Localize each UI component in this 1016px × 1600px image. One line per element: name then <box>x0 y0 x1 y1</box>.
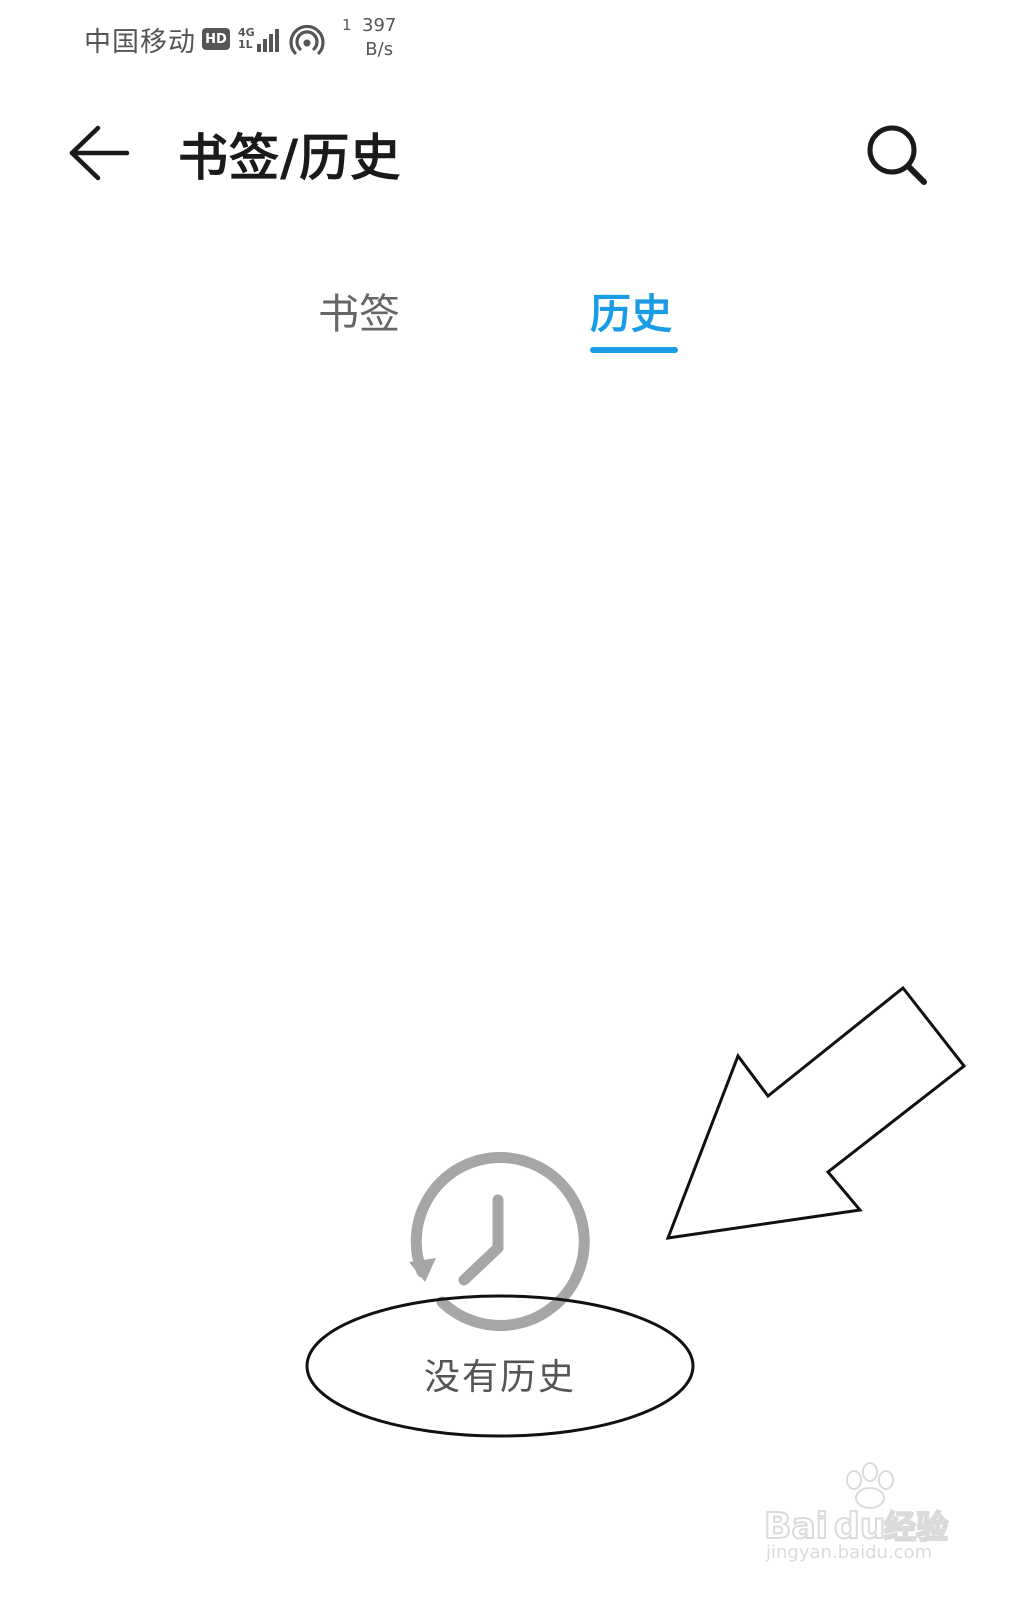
arrow-left-icon <box>69 125 130 181</box>
network-type-bottom: 1L <box>238 38 253 51</box>
status-bar: 中国移动 HD 4G 1L <box>84 14 325 64</box>
hotspot-count: 1 <box>342 16 352 34</box>
network-speed: 397 B/s <box>362 14 396 62</box>
carrier-name: 中国移动 <box>84 26 196 58</box>
paw-logo-icon <box>846 1462 894 1509</box>
search-icon <box>867 125 927 185</box>
hotspot-icon <box>289 21 325 57</box>
tab-selected-indicator <box>590 347 678 353</box>
history-clock-icon <box>402 1150 594 1342</box>
tab-history[interactable]: 历史 <box>590 280 672 340</box>
network-speed-unit: B/s <box>365 39 394 60</box>
watermark-url: jingyan.baidu.com <box>766 1542 933 1563</box>
svg-text:du: du <box>834 1506 885 1547</box>
network-type: 4G 1L <box>238 27 255 51</box>
tab-bookmarks[interactable]: 书签 <box>318 280 400 340</box>
svg-text:Bai: Bai <box>764 1506 828 1547</box>
back-button[interactable] <box>64 120 134 186</box>
hd-badge: HD <box>202 28 230 50</box>
watermark: Bai du 经验 jingyan.baidu.com <box>760 1458 960 1568</box>
page-title: 书签/历史 <box>178 129 402 187</box>
empty-state-text: 没有历史 <box>423 1357 576 1398</box>
svg-text:经验: 经验 <box>884 1508 948 1546</box>
annotation-arrow <box>665 985 967 1240</box>
search-button[interactable] <box>858 118 936 190</box>
signal-strength-icon <box>256 26 281 52</box>
network-speed-value: 397 <box>362 15 397 36</box>
